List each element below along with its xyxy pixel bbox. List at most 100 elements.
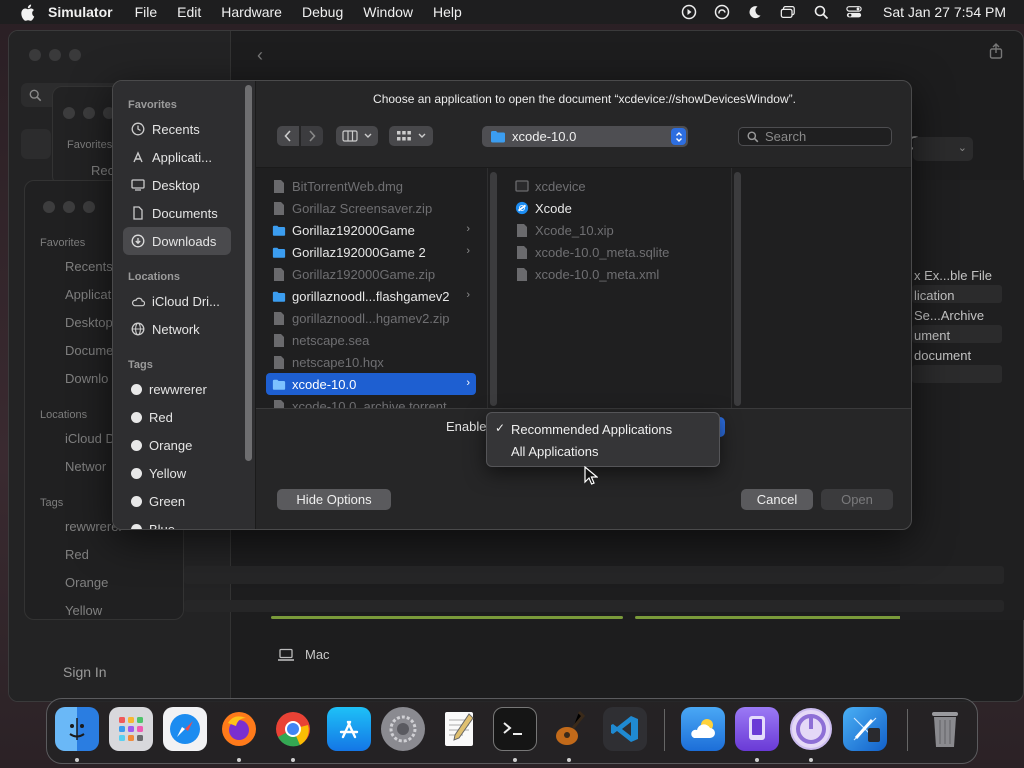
- file-row[interactable]: xcdevice: [509, 175, 724, 197]
- bg-sidebar-icloud[interactable]: iCloud D: [65, 431, 115, 446]
- list-item[interactable]: Se...Archive: [914, 308, 984, 323]
- sidebar-item-applications[interactable]: Applicati...: [123, 143, 231, 171]
- menu-hardware[interactable]: Hardware: [221, 4, 282, 20]
- play-circle-icon[interactable]: [681, 4, 697, 20]
- forward-button[interactable]: [301, 126, 323, 146]
- menu-item-recommended-applications[interactable]: ✓ Recommended Applications: [487, 418, 719, 440]
- firefox-icon[interactable]: [217, 707, 261, 751]
- location-popup[interactable]: xcode-10.0: [482, 126, 688, 147]
- menu-file[interactable]: File: [135, 4, 158, 20]
- file-row[interactable]: xcode-10.0_meta.sqlite: [509, 241, 724, 263]
- bg-tag-red[interactable]: Red: [65, 547, 89, 562]
- folder-row[interactable]: gorillaznoodl...flashgamev2 ›: [266, 285, 476, 307]
- terminal-icon[interactable]: [493, 707, 537, 751]
- bg-sidebar-network[interactable]: Networ: [65, 459, 106, 474]
- weather-icon[interactable]: [681, 707, 725, 751]
- bg-tag-orange[interactable]: Orange: [65, 575, 108, 590]
- sidebar-tag-orange[interactable]: Orange: [123, 431, 231, 459]
- garageband-icon[interactable]: [547, 707, 591, 751]
- apple-menu-icon[interactable]: [18, 4, 36, 21]
- list-item[interactable]: ument: [914, 328, 950, 343]
- sidebar-item-network[interactable]: Network: [123, 315, 231, 343]
- file-row[interactable]: Gorillaz192000Game.zip: [266, 263, 476, 285]
- sidebar-tag-rewwrerer[interactable]: rewwrerer: [123, 375, 231, 403]
- view-mode-button[interactable]: [336, 126, 378, 146]
- device-row-mac[interactable]: Mac: [277, 647, 330, 662]
- search-field[interactable]: [738, 127, 892, 146]
- sign-in-label[interactable]: Sign In: [63, 664, 107, 680]
- file-row[interactable]: gorillaznoodl...hgamev2.zip: [266, 307, 476, 329]
- xcode-icon[interactable]: [843, 707, 887, 751]
- minimize-window-icon[interactable]: [49, 49, 61, 61]
- bittorrent-web-icon[interactable]: [789, 707, 833, 751]
- file-row[interactable]: Gorillaz Screensaver.zip: [266, 197, 476, 219]
- moon-icon[interactable]: [747, 4, 763, 20]
- bg-sidebar-recents[interactable]: Recents: [65, 259, 113, 274]
- file-row[interactable]: BitTorrentWeb.dmg: [266, 175, 476, 197]
- menu-app-name[interactable]: Simulator: [48, 4, 113, 20]
- chrome-icon[interactable]: [271, 707, 315, 751]
- file-row[interactable]: Xcode_10.xip: [509, 219, 724, 241]
- creative-cloud-icon[interactable]: [714, 4, 730, 20]
- control-center-icon[interactable]: [846, 4, 862, 20]
- zoom-window-icon[interactable]: [69, 49, 81, 61]
- app-row[interactable]: Xcode: [509, 197, 724, 219]
- menu-edit[interactable]: Edit: [177, 4, 201, 20]
- sidebar-scrollbar[interactable]: [245, 85, 252, 461]
- search-input[interactable]: [765, 129, 885, 144]
- menu-debug[interactable]: Debug: [302, 4, 343, 20]
- simulator-icon[interactable]: [735, 707, 779, 751]
- safari-icon[interactable]: [163, 707, 207, 751]
- share-icon[interactable]: [989, 43, 1003, 64]
- close-window-icon[interactable]: [63, 107, 75, 119]
- sidebar-tag-green[interactable]: Green: [123, 487, 231, 515]
- folder-row-selected[interactable]: xcode-10.0 ›: [266, 373, 476, 395]
- column-scrollbar[interactable]: [734, 172, 741, 406]
- menubar-clock[interactable]: Sat Jan 27 7:54 PM: [883, 4, 1006, 20]
- menu-window[interactable]: Window: [363, 4, 413, 20]
- search-icon[interactable]: [813, 4, 829, 20]
- bg-sidebar-documents[interactable]: Docume: [65, 343, 113, 358]
- file-row[interactable]: xcode-10.0_archive.torrent: [266, 395, 476, 408]
- cancel-button[interactable]: Cancel: [741, 489, 813, 510]
- sidebar-item-documents[interactable]: Documents: [123, 199, 231, 227]
- sidebar-item-desktop[interactable]: Desktop: [123, 171, 231, 199]
- system-settings-icon[interactable]: [381, 707, 425, 751]
- back-chevron-icon[interactable]: ‹: [257, 45, 263, 66]
- sidebar-item-icloud-drive[interactable]: iCloud Dri...: [123, 287, 231, 315]
- sidebar-tag-blue[interactable]: Blue: [123, 515, 231, 529]
- zoom-window-icon[interactable]: [83, 201, 95, 213]
- windows-icon[interactable]: [780, 4, 796, 20]
- minimize-window-icon[interactable]: [83, 107, 95, 119]
- vscode-icon[interactable]: [603, 707, 647, 751]
- list-item[interactable]: lication: [914, 288, 954, 303]
- close-window-icon[interactable]: [29, 49, 41, 61]
- app-store-icon[interactable]: [327, 707, 371, 751]
- back-button[interactable]: [277, 126, 299, 146]
- trash-icon[interactable]: [923, 707, 967, 751]
- bg-sidebar-downloads[interactable]: Downlo: [65, 371, 108, 386]
- bg-sidebar-desktop[interactable]: Desktop: [65, 315, 113, 330]
- file-row[interactable]: netscape.sea: [266, 329, 476, 351]
- bg-sidebar-applications[interactable]: Applicat: [65, 287, 111, 302]
- folder-row[interactable]: Gorillaz192000Game ›: [266, 219, 476, 241]
- textedit-icon[interactable]: [437, 707, 481, 751]
- sidebar-item-downloads[interactable]: Downloads: [123, 227, 231, 255]
- hide-options-button[interactable]: Hide Options: [277, 489, 391, 510]
- minimize-window-icon[interactable]: [63, 201, 75, 213]
- small-window-recents[interactable]: Rec: [91, 163, 114, 178]
- finder-icon[interactable]: [55, 707, 99, 751]
- open-button[interactable]: Open: [821, 489, 893, 510]
- menu-item-all-applications[interactable]: All Applications: [487, 440, 719, 462]
- file-row[interactable]: netscape10.hqx: [266, 351, 476, 373]
- sidebar-tag-yellow[interactable]: Yellow: [123, 459, 231, 487]
- launchpad-icon[interactable]: [109, 707, 153, 751]
- bg-tag-yellow[interactable]: Yellow: [65, 603, 102, 618]
- menu-help[interactable]: Help: [433, 4, 462, 20]
- group-by-button[interactable]: [389, 126, 433, 146]
- list-item[interactable]: x Ex...ble File: [914, 268, 992, 283]
- sidebar-tag-red[interactable]: Red: [123, 403, 231, 431]
- folder-row[interactable]: Gorillaz192000Game 2 ›: [266, 241, 476, 263]
- close-window-icon[interactable]: [43, 201, 55, 213]
- list-item[interactable]: document: [914, 348, 971, 363]
